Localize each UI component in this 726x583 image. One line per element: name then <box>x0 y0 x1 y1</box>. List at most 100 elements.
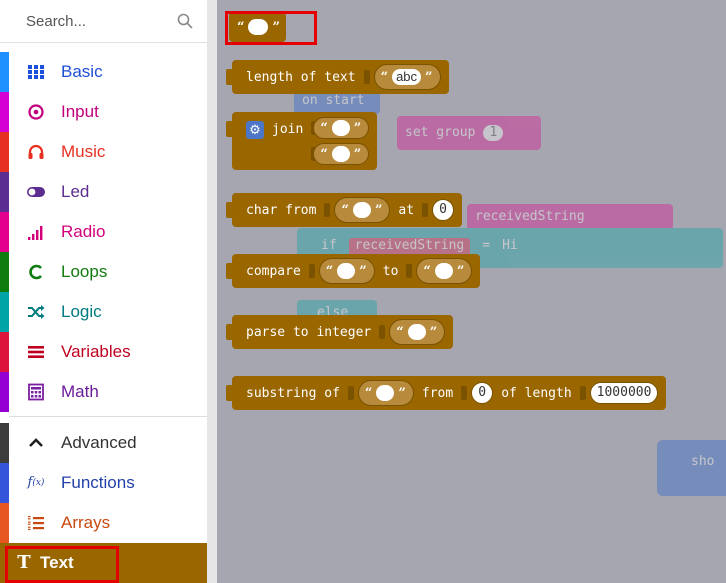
category-color-bar <box>0 172 9 212</box>
char-from-block[interactable]: char from “ ” at 0 <box>226 193 463 227</box>
list-icon <box>28 346 44 358</box>
parse-to-integer-block[interactable]: parse to integer “ ” <box>226 315 454 349</box>
join-inputs: “ ” “ ” <box>311 117 370 165</box>
text-field[interactable]: abc <box>392 69 422 85</box>
from-field[interactable]: 0 <box>471 382 494 404</box>
close-quote-icon: ” <box>398 385 406 401</box>
block-label: join <box>272 122 304 137</box>
empty-text-field[interactable] <box>352 202 371 218</box>
string-literal[interactable]: “ ” <box>334 197 391 223</box>
category-arrays[interactable]: Arrays <box>0 503 207 543</box>
output-tab <box>226 202 233 218</box>
category-color-bar <box>0 372 9 412</box>
string-literal[interactable]: “ ” <box>357 380 414 406</box>
block-label: substring of <box>246 385 340 401</box>
empty-text-field[interactable] <box>337 263 356 279</box>
blocks-workspace[interactable]: on start set group 1 receivedString if r… <box>217 0 726 583</box>
signal-icon <box>28 226 43 240</box>
set-group-label: set group <box>405 125 476 140</box>
block-label: parse to integer <box>246 324 372 340</box>
category-radio[interactable]: Radio <box>0 212 207 252</box>
string-literal[interactable]: “ ” <box>313 143 370 165</box>
input-connector <box>461 386 468 400</box>
divider <box>9 416 207 417</box>
target-icon <box>28 104 44 120</box>
gear-icon[interactable]: ⚙ <box>246 121 264 139</box>
category-basic[interactable]: Basic <box>0 52 207 92</box>
category-variables[interactable]: Variables <box>0 332 207 372</box>
string-literal[interactable]: “ ” <box>389 319 446 345</box>
equals-label: = <box>482 238 491 253</box>
close-quote-icon: ” <box>425 69 433 85</box>
string-literal[interactable]: “ abc ” <box>373 64 441 90</box>
category-color-bar <box>0 92 9 132</box>
output-tab <box>226 121 233 137</box>
input-connector <box>579 386 586 400</box>
input-connector <box>308 264 315 278</box>
calculator-icon <box>28 383 44 401</box>
category-logic[interactable]: Logic <box>0 292 207 332</box>
input-connector <box>379 325 386 339</box>
close-quote-icon: ” <box>359 263 367 279</box>
close-quote-icon: ” <box>353 146 362 162</box>
search-input[interactable] <box>0 0 180 42</box>
empty-text-field[interactable] <box>376 385 395 401</box>
headphones-icon <box>28 144 44 159</box>
empty-text-field[interactable] <box>407 324 426 340</box>
loop-icon <box>29 264 42 280</box>
category-label: Loops <box>61 262 108 281</box>
length-field[interactable]: 1000000 <box>589 382 659 404</box>
string-literal[interactable]: “ ” <box>313 117 370 139</box>
set-group-block: set group 1 <box>397 116 541 150</box>
output-tab <box>226 324 233 340</box>
close-quote-icon: ” <box>429 324 438 340</box>
output-tab <box>226 385 233 401</box>
category-loops[interactable]: Loops <box>0 252 207 292</box>
category-color-bar <box>0 503 9 543</box>
substring-block[interactable]: substring of “ ” from 0 of length 100000… <box>226 376 667 410</box>
join-input-row: “ ” <box>311 143 370 165</box>
category-led[interactable]: Led <box>0 172 207 212</box>
toolbox-sidebar: Basic Input Music Led Radio <box>0 0 207 583</box>
category-color-bar <box>0 52 9 92</box>
join-input-row: “ ” <box>311 117 370 139</box>
search-box <box>0 0 207 43</box>
highlight-box <box>5 546 119 583</box>
category-music[interactable]: Music <box>0 132 207 172</box>
sidebar-edge <box>207 0 217 583</box>
category-color-bar <box>0 332 9 372</box>
search-icon[interactable] <box>177 13 193 29</box>
index-field[interactable]: 0 <box>432 199 455 221</box>
category-color-bar <box>0 252 9 292</box>
input-connector <box>347 386 354 400</box>
category-color-bar <box>0 463 9 503</box>
category-input[interactable]: Input <box>0 92 207 132</box>
string-literal[interactable]: “ ” <box>318 258 375 284</box>
empty-text-field[interactable] <box>434 263 453 279</box>
block-label: length of text <box>246 69 356 85</box>
open-quote-icon: “ <box>380 69 389 85</box>
category-label: Arrays <box>61 513 111 532</box>
close-quote-icon: ” <box>456 263 465 279</box>
string-literal[interactable]: “ ” <box>416 258 473 284</box>
variable-label: receivedString <box>475 209 585 224</box>
to-label: to <box>382 263 399 279</box>
open-quote-icon: “ <box>423 263 431 279</box>
category-label: Variables <box>61 342 131 361</box>
group-value: 1 <box>483 125 504 141</box>
open-quote-icon: “ <box>325 263 334 279</box>
empty-text-field[interactable] <box>331 146 350 162</box>
category-label: Functions <box>61 473 135 492</box>
category-functions[interactable]: f (x) Functions <box>0 463 207 503</box>
category-label: Radio <box>61 222 106 241</box>
category-math[interactable]: Math <box>0 372 207 412</box>
input-connector <box>324 203 331 217</box>
empty-text-field[interactable] <box>331 120 350 136</box>
length-of-text-block[interactable]: length of text “ abc ” <box>226 60 449 94</box>
category-label: Basic <box>61 62 103 81</box>
join-block[interactable]: ⚙ join “ ” “ ” <box>226 112 378 170</box>
grid-icon <box>28 65 44 79</box>
category-color-bar <box>0 292 9 332</box>
compare-block[interactable]: compare “ ” to “ ” <box>226 254 481 288</box>
category-advanced[interactable]: Advanced <box>0 423 207 463</box>
